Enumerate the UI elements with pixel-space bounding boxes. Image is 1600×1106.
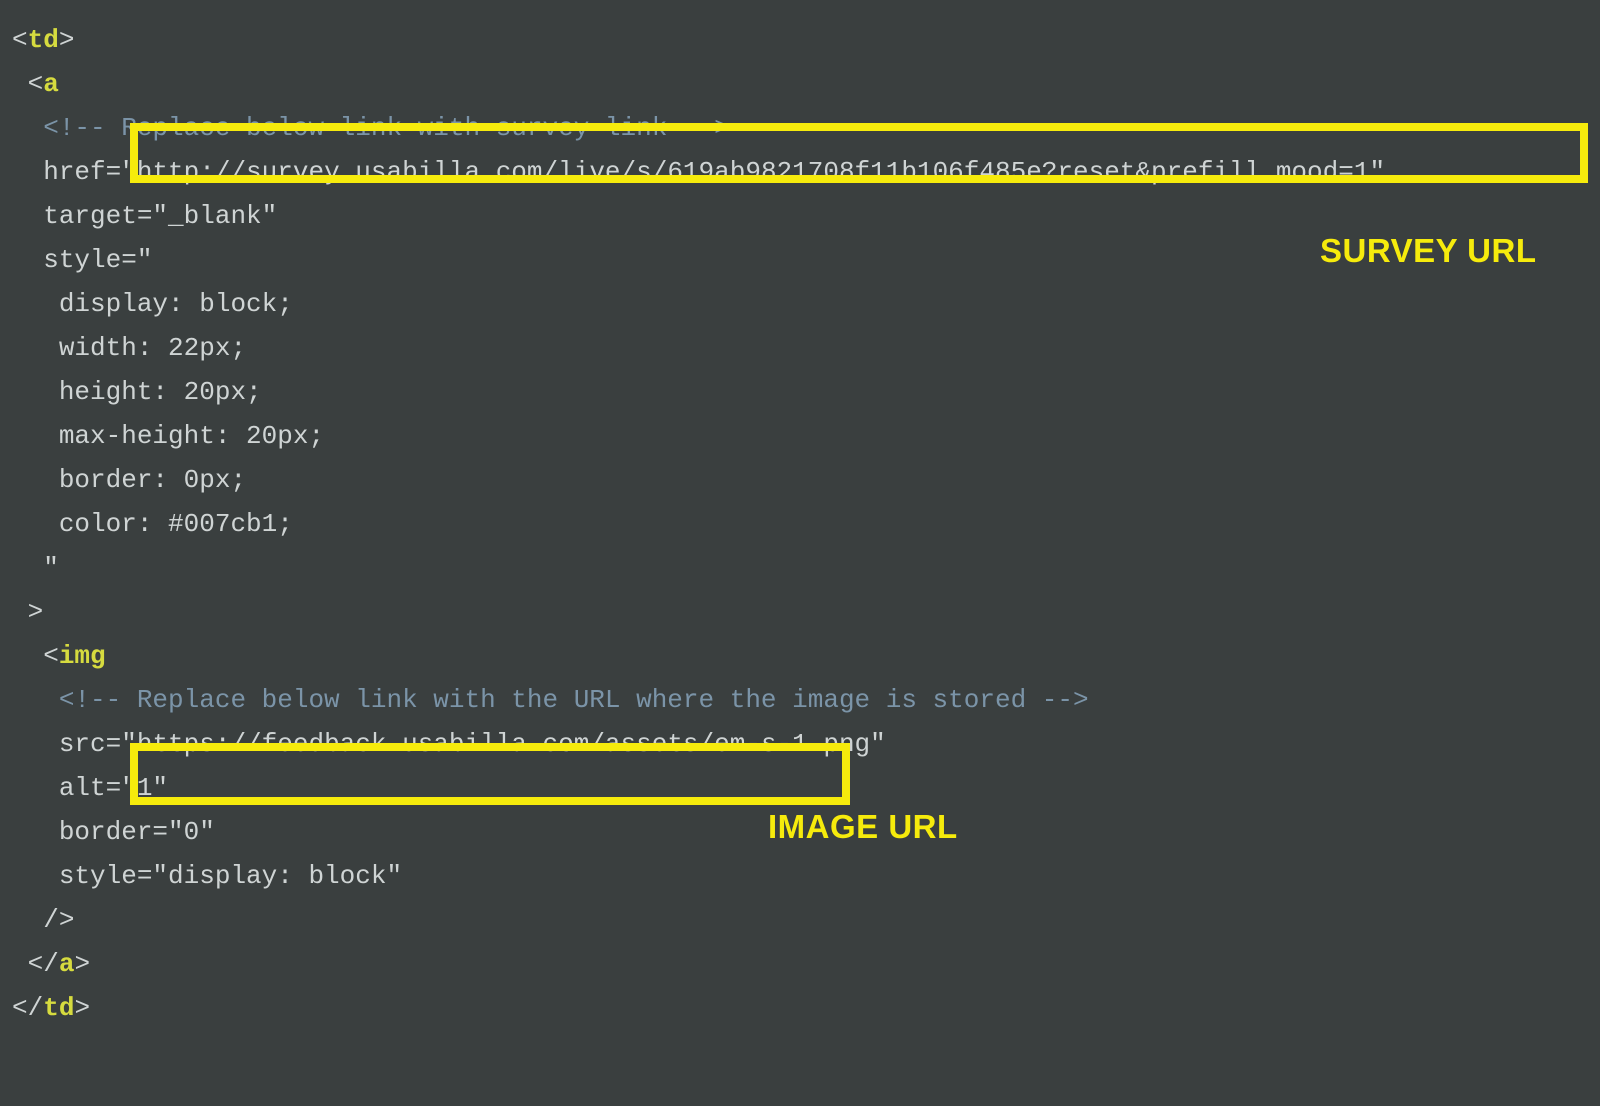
img-self-close: /> (43, 905, 74, 935)
attr-src-value: https://feedback.usabilla.com/assets/em-… (137, 729, 870, 759)
style-border: border: 0px; (59, 465, 246, 495)
a-open-close-gt: > (28, 597, 44, 627)
attr-style-img: style="display: block" (59, 861, 402, 891)
attr-src-key: src= (59, 729, 121, 759)
attr-target: target="_blank" (43, 201, 277, 231)
attr-href-value: http://survey.usabilla.com/live/s/619ab9… (137, 157, 1370, 187)
tag-img: img (59, 641, 106, 671)
tag-a-open: a (43, 69, 59, 99)
comment-survey: <!-- Replace below link with survey link… (43, 113, 730, 143)
style-max-height: max-height: 20px; (59, 421, 324, 451)
open-bracket: < (12, 25, 28, 55)
tag-a-close: a (59, 949, 75, 979)
comment-image: <!-- Replace below link with the URL whe… (59, 685, 1089, 715)
code-block: <td> <a <!-- Replace below link with sur… (0, 0, 1600, 1030)
style-height: height: 20px; (59, 377, 262, 407)
style-color: color: #007cb1; (59, 509, 293, 539)
attr-style-open: style=" (43, 245, 152, 275)
tag-td-open: td (28, 25, 59, 55)
tag-td-close: td (43, 993, 74, 1023)
style-display: display: block; (59, 289, 293, 319)
style-width: width: 22px; (59, 333, 246, 363)
attr-alt: alt="1" (59, 773, 168, 803)
attr-style-close: " (43, 553, 59, 583)
label-survey-url: SURVEY URL (1320, 232, 1537, 270)
label-image-url: IMAGE URL (768, 808, 958, 846)
attr-href-key: href= (43, 157, 121, 187)
attr-border: border="0" (59, 817, 215, 847)
